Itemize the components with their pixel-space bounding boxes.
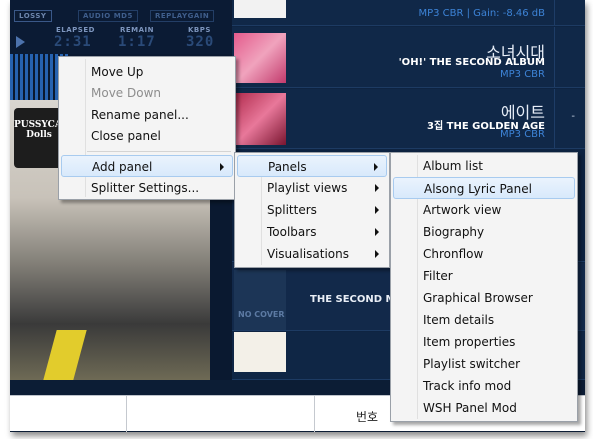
submenu-arrow-icon	[374, 163, 378, 171]
submenu-arrow-icon	[375, 250, 379, 258]
splitter-settings-item[interactable]: Splitter Settings...	[61, 177, 233, 199]
album-title: THE SECOND M	[310, 294, 396, 305]
track-format: MP3 CBR	[500, 129, 545, 140]
track-format: MP3 CBR | Gain: -8.46 dB	[418, 8, 545, 19]
rating-placeholder: -	[571, 111, 575, 122]
play-icon[interactable]	[16, 36, 25, 48]
context-menu: Move Up Move Down Rename panel... Close …	[58, 56, 236, 200]
playlist-row[interactable]: MP3 CBR | Gain: -8.46 dB	[232, 0, 585, 26]
artwork-view-item[interactable]: Artwork view	[393, 199, 575, 221]
band-logo-text: PUSSYCAT Dolls	[14, 120, 69, 140]
item-details-item[interactable]: Item details	[393, 309, 575, 331]
splitters-item[interactable]: Splitters	[237, 199, 387, 221]
submenu-arrow-icon	[375, 184, 379, 192]
kbps-value: 320	[186, 34, 215, 50]
no-cover-label: NO COVER	[238, 310, 285, 319]
visualisations-label: Visualisations	[267, 247, 350, 261]
playlist-row[interactable]: 소녀시대 'OH!' THE SECOND ALBUM MP3 CBR	[232, 27, 585, 88]
add-panel-submenu: Panels Playlist views Splitters Toolbars…	[234, 152, 390, 268]
number-column-label: 번호	[356, 410, 379, 424]
album-title: 'OH!' THE SECOND ALBUM	[398, 57, 545, 68]
column-divider	[554, 27, 555, 87]
column-divider	[554, 89, 555, 148]
toolbars-label: Toolbars	[267, 225, 317, 239]
elapsed-value: 2:31	[54, 34, 92, 50]
panels-label: Panels	[268, 160, 307, 174]
remain-value: 1:17	[118, 34, 156, 50]
remain-label: REMAIN	[120, 26, 155, 34]
playlist-row[interactable]: 에이트 3집 THE GOLDEN AGE MP3 CBR -	[232, 89, 585, 149]
filter-item[interactable]: Filter	[393, 265, 575, 287]
visualisations-item[interactable]: Visualisations	[237, 243, 387, 265]
elapsed-label: ELAPSED	[56, 26, 95, 34]
move-down-item[interactable]: Move Down	[61, 82, 233, 104]
close-panel-item[interactable]: Close panel	[61, 125, 233, 147]
album-thumbnail	[234, 0, 286, 18]
add-panel-item[interactable]: Add panel	[61, 155, 233, 177]
playlist-views-item[interactable]: Playlist views	[237, 177, 387, 199]
album-thumbnail	[234, 33, 286, 83]
column-divider	[554, 0, 555, 25]
audio-md5-tag: AUDIO MD5	[78, 10, 138, 22]
submenu-arrow-icon	[220, 163, 224, 171]
panels-item[interactable]: Panels	[237, 155, 387, 177]
item-properties-item[interactable]: Item properties	[393, 331, 575, 353]
kbps-label: KBPS	[188, 26, 211, 34]
menu-separator	[87, 151, 231, 152]
wsh-panel-mod-item[interactable]: WSH Panel Mod	[393, 397, 575, 419]
replaygain-tag: REPLAYGAIN	[150, 10, 215, 22]
graphical-browser-item[interactable]: Graphical Browser	[393, 287, 575, 309]
move-up-item[interactable]: Move Up	[61, 61, 233, 83]
status-strip: LOSSY AUDIO MD5 REPLAYGAIN ELAPSED REMAI…	[10, 0, 232, 54]
toolbars-item[interactable]: Toolbars	[237, 221, 387, 243]
add-panel-label: Add panel	[92, 160, 153, 174]
no-cover-placeholder: NO COVER	[234, 270, 286, 330]
panels-submenu: Album list Alsong Lyric Panel Artwork vi…	[390, 152, 578, 422]
column-cell[interactable]	[126, 396, 314, 432]
rename-panel-item[interactable]: Rename panel...	[61, 104, 233, 126]
submenu-arrow-icon	[375, 228, 379, 236]
splitters-label: Splitters	[267, 203, 317, 217]
column-cell[interactable]	[10, 396, 126, 432]
album-thumbnail	[234, 93, 286, 145]
album-thumbnail	[234, 332, 286, 372]
chronflow-item[interactable]: Chronflow	[393, 243, 575, 265]
submenu-arrow-icon	[375, 206, 379, 214]
cover-road-stripe	[43, 330, 87, 380]
column-cell[interactable]	[314, 396, 394, 432]
album-list-item[interactable]: Album list	[393, 155, 575, 177]
track-info-mod-item[interactable]: Track info mod	[393, 375, 575, 397]
track-format: MP3 CBR	[500, 69, 545, 80]
alsong-lyric-panel-item[interactable]: Alsong Lyric Panel	[393, 177, 575, 199]
biography-item[interactable]: Biography	[393, 221, 575, 243]
playlist-views-label: Playlist views	[267, 181, 348, 195]
lossy-tag: LOSSY	[14, 10, 52, 22]
playlist-switcher-item[interactable]: Playlist switcher	[393, 353, 575, 375]
